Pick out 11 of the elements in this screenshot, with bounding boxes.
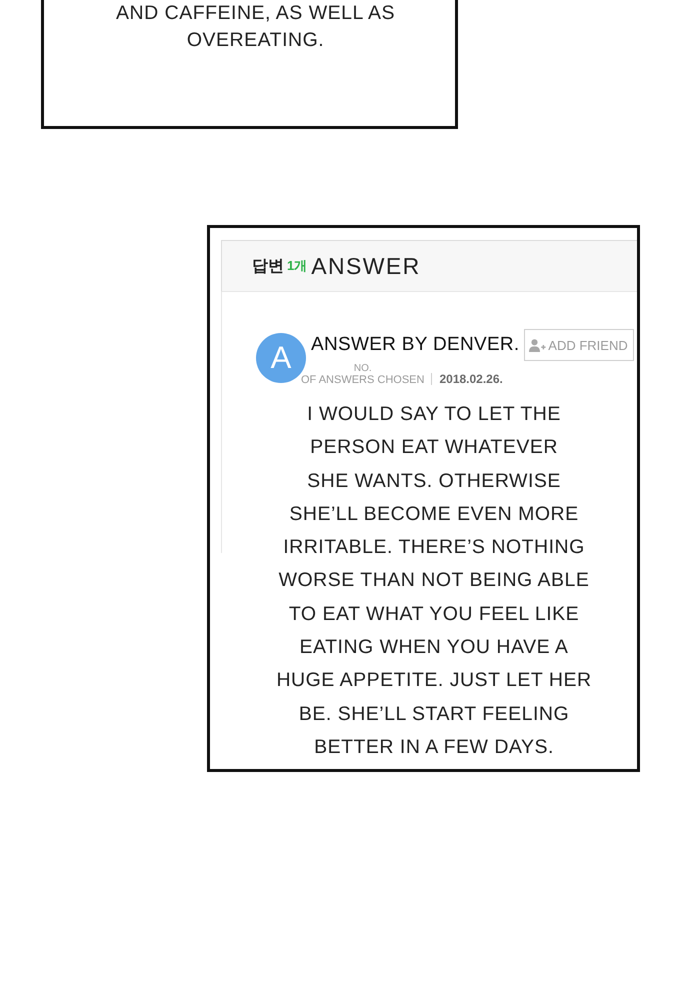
answer-date: 2018.02.26. <box>439 372 503 386</box>
section-title: ANSWER <box>311 252 421 280</box>
stat-label: NO. <box>354 363 372 374</box>
author-name: ANSWER BY DENVER. <box>311 334 520 356</box>
add-friend-button[interactable]: ADD FRIEND <box>524 329 634 361</box>
answer-text: I WOULD SAY TO LET THE PERSON EAT WHATEVER SHE WANTS. OTHERWISE SHE’LL BECOME EVEN MORE IRRITABLE. THERE’S NOTHING WORSE THAN NOT BEING ABLE TO EAT WHAT YOU FEEL LIKE EATING WHEN YOU HAVE A HUGE APPETITE. JUST LET HER BE. SHE’LL START FEELING BETTER IN A FEW DAYS. <box>275 402 593 760</box>
caption-text: AND CAFFEINE, AS WELL AS OVEREATING. <box>115 1 396 53</box>
person-add-icon <box>529 338 546 352</box>
section-label: 답변 <box>252 256 284 276</box>
answer-count: 1개 <box>287 257 308 275</box>
stat-label: OF ANSWERS CHOSEN <box>301 374 424 386</box>
